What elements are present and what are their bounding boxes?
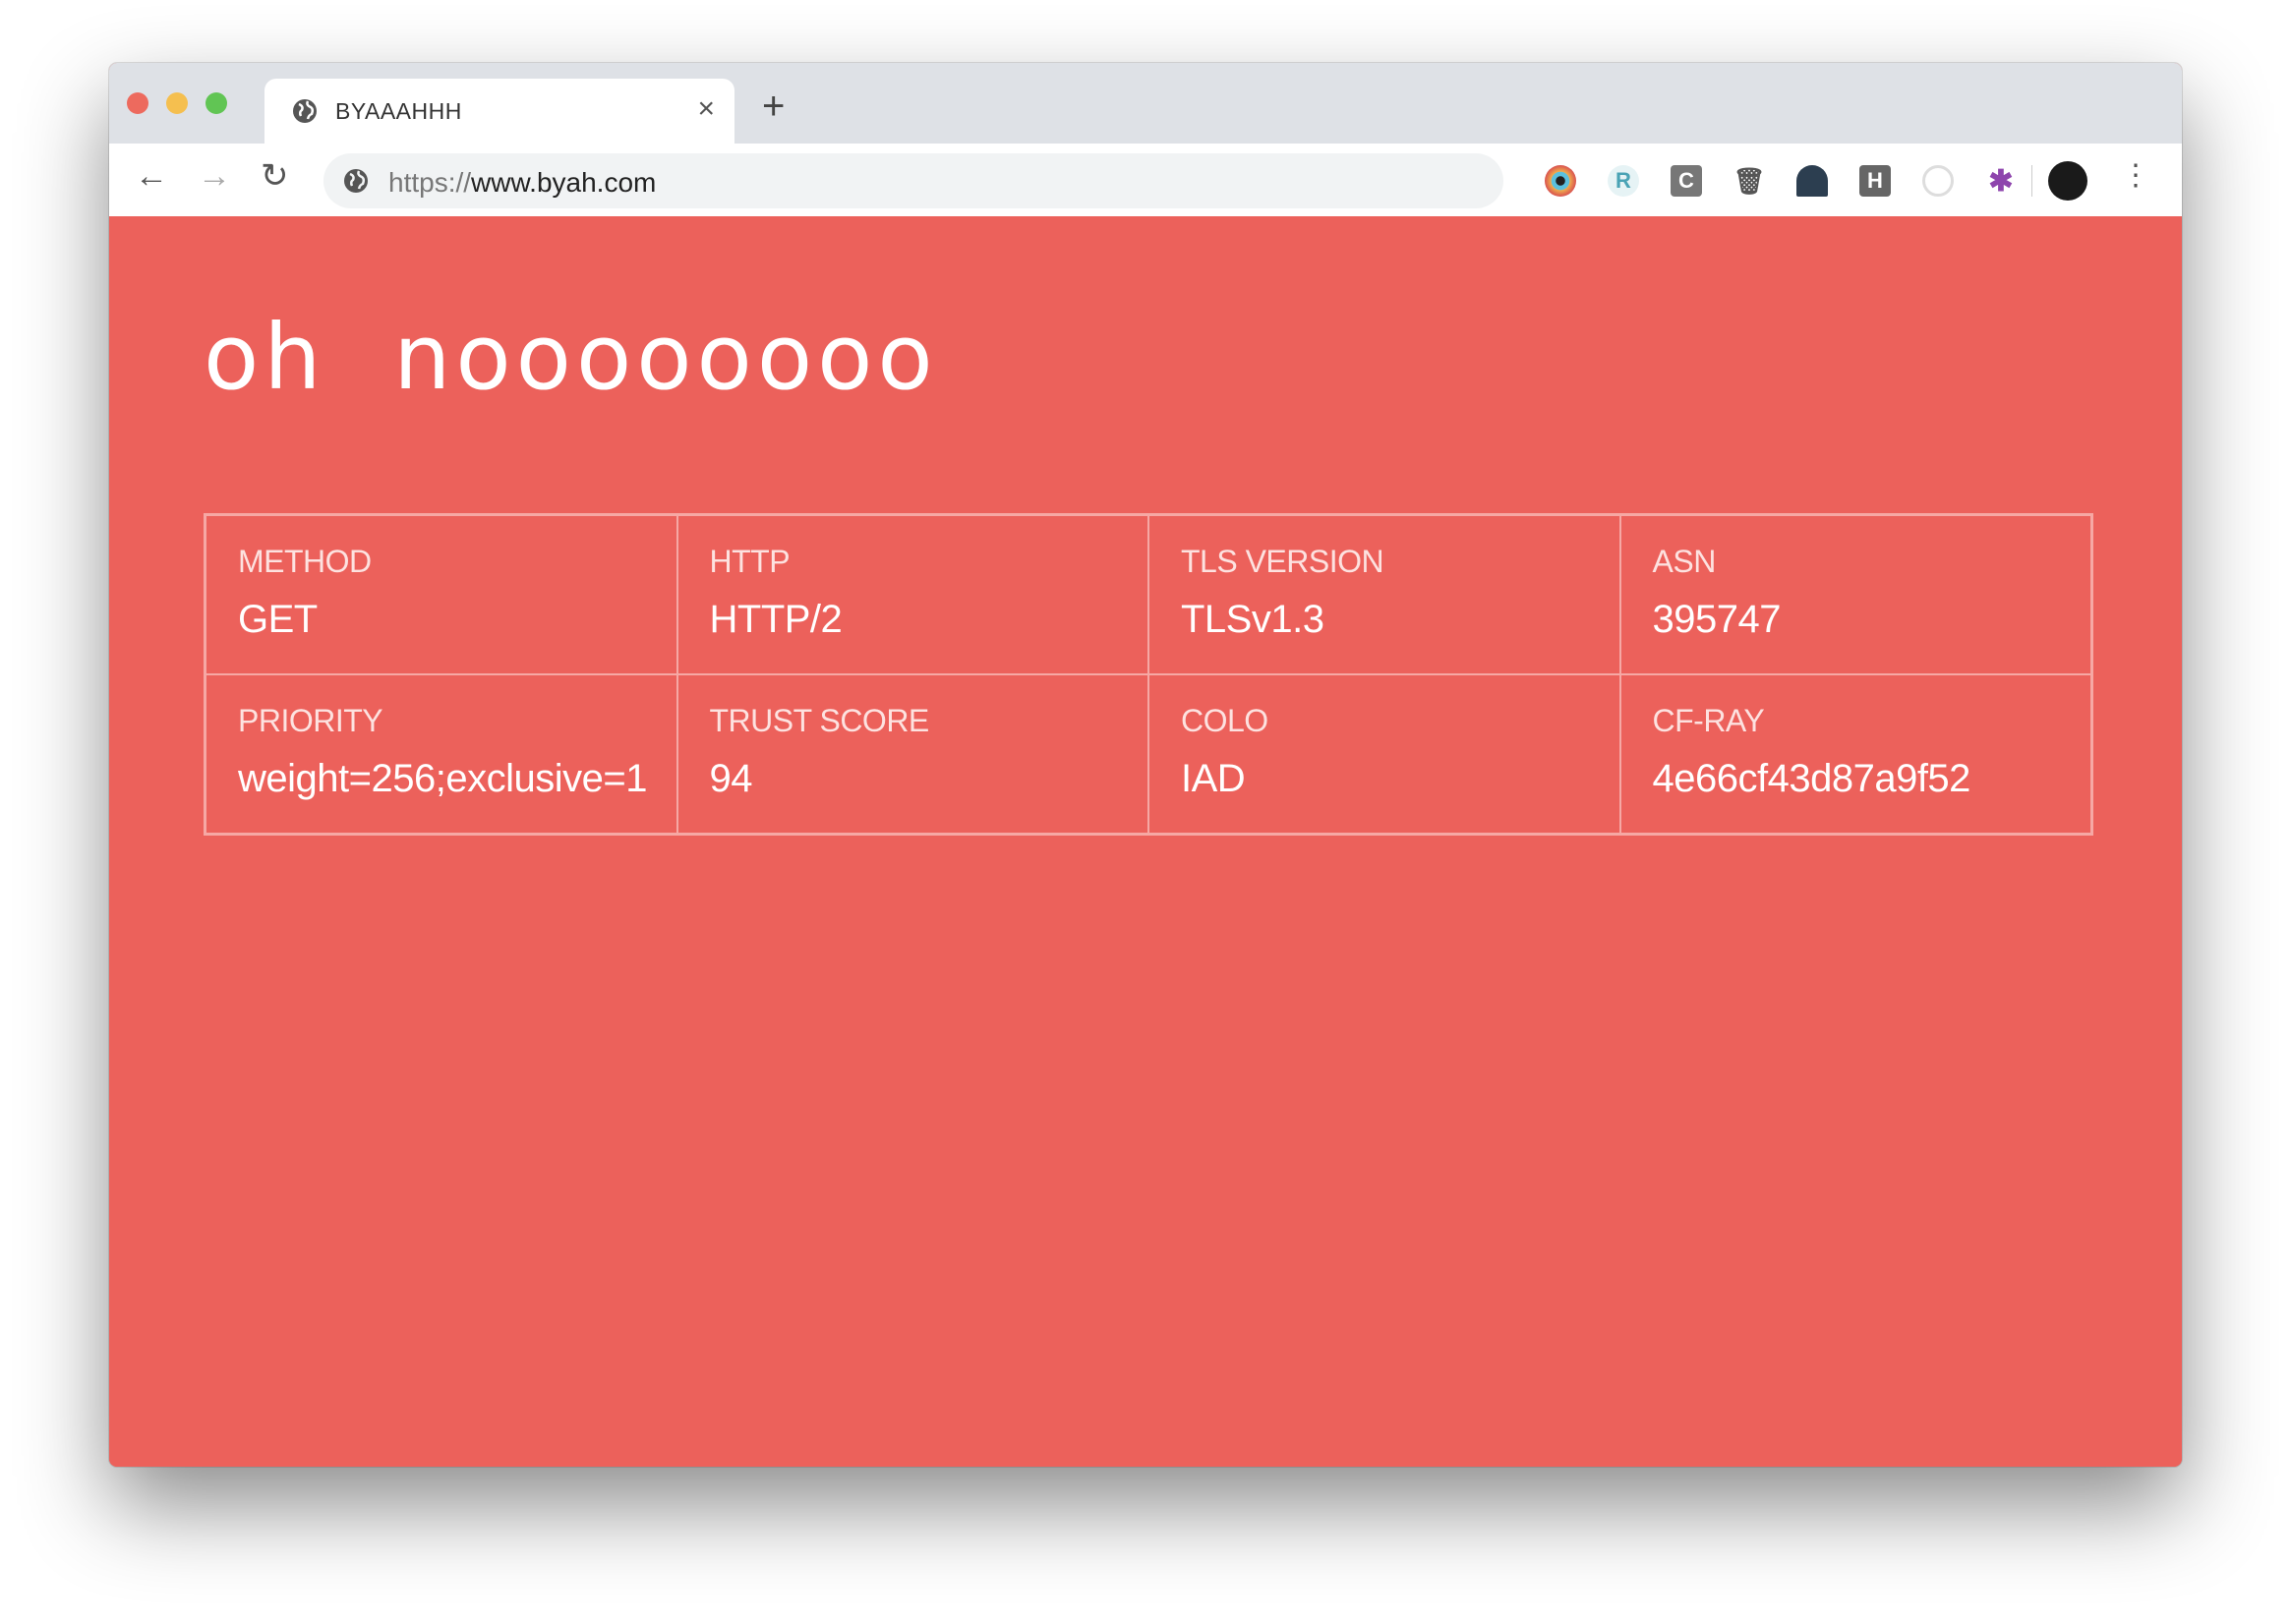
target-extension-icon[interactable] bbox=[1922, 165, 1954, 197]
back-button[interactable]: ← bbox=[135, 159, 168, 193]
trash-extension-icon[interactable]: 🗑 bbox=[1733, 165, 1766, 197]
c-extension-icon[interactable]: C bbox=[1671, 165, 1702, 197]
cell-tls-version: TLS VERSION TLSv1.3 bbox=[1148, 515, 1620, 674]
globe-icon bbox=[293, 99, 317, 123]
cell-priority: PRIORITY weight=256;exclusive=1 bbox=[206, 674, 677, 834]
request-info-grid: METHOD GET HTTP HTTP/2 TLS VERSION TLSv1.3 … bbox=[204, 513, 2093, 836]
cell-value: IAD bbox=[1181, 757, 1246, 800]
toolbar: ← → ↻ https://www.byah.com R C 🗑 H ✱ ⋮ bbox=[109, 144, 2182, 217]
maximize-window-button[interactable] bbox=[206, 92, 227, 114]
page-content: oh noooooooo METHOD GET HTTP HTTP/2 TLS VE… bbox=[109, 216, 2182, 1467]
close-tab-icon[interactable]: × bbox=[697, 92, 715, 126]
cell-label: TRUST SCORE bbox=[709, 703, 930, 738]
minimize-window-button[interactable] bbox=[166, 92, 188, 114]
cell-label: HTTP bbox=[709, 544, 791, 579]
globe-icon bbox=[344, 169, 368, 193]
cell-value: weight=256;exclusive=1 bbox=[238, 757, 647, 800]
cell-label: METHOD bbox=[238, 544, 372, 579]
cell-asn: ASN 395747 bbox=[1619, 515, 2091, 674]
new-tab-button[interactable]: + bbox=[762, 87, 785, 126]
forward-button[interactable]: → bbox=[198, 159, 231, 193]
r-extension-icon[interactable]: R bbox=[1608, 165, 1639, 197]
cell-value: 4e66cf43d87a9f52 bbox=[1652, 757, 1971, 800]
cell-value: 395747 bbox=[1652, 598, 1782, 641]
tab-title: BYAAAHHH bbox=[335, 98, 462, 124]
tab-strip: BYAAAHHH × + bbox=[109, 63, 2182, 144]
toolbar-divider bbox=[2031, 165, 2032, 197]
cell-label: PRIORITY bbox=[238, 703, 383, 738]
cell-method: METHOD GET bbox=[206, 515, 677, 674]
address-bar[interactable]: https://www.byah.com bbox=[323, 153, 1503, 208]
cell-trust-score: TRUST SCORE 94 bbox=[676, 674, 1148, 834]
cell-value: HTTP/2 bbox=[709, 598, 843, 641]
pinwheel-extension-icon[interactable]: ✱ bbox=[1985, 165, 2017, 198]
profile-avatar[interactable] bbox=[2048, 161, 2087, 201]
cell-cf-ray: CF-RAY 4e66cf43d87a9f52 bbox=[1619, 674, 2091, 834]
close-window-button[interactable] bbox=[127, 92, 148, 114]
cell-http: HTTP HTTP/2 bbox=[676, 515, 1148, 674]
cell-label: CF-RAY bbox=[1652, 703, 1765, 738]
h-extension-icon[interactable]: H bbox=[1859, 165, 1891, 197]
cell-value: 94 bbox=[709, 757, 753, 800]
reload-button[interactable]: ↻ bbox=[261, 159, 289, 193]
page-title: oh noooooooo bbox=[204, 305, 938, 410]
cell-value: TLSv1.3 bbox=[1181, 598, 1324, 641]
cell-colo: COLO IAD bbox=[1148, 674, 1620, 834]
tab-active[interactable]: BYAAAHHH × bbox=[264, 79, 734, 144]
cell-label: COLO bbox=[1181, 703, 1268, 738]
cell-label: ASN bbox=[1652, 544, 1717, 579]
eye-extension-icon[interactable] bbox=[1545, 165, 1576, 197]
browser-window: BYAAAHHH × + ← → ↻ https://www.byah.com … bbox=[109, 63, 2182, 1467]
spy-extension-icon[interactable] bbox=[1796, 165, 1828, 197]
menu-icon[interactable]: ⋮ bbox=[2121, 161, 2150, 191]
cell-value: GET bbox=[238, 598, 318, 641]
cell-label: TLS VERSION bbox=[1181, 544, 1384, 579]
url-text: https://www.byah.com bbox=[388, 167, 657, 198]
